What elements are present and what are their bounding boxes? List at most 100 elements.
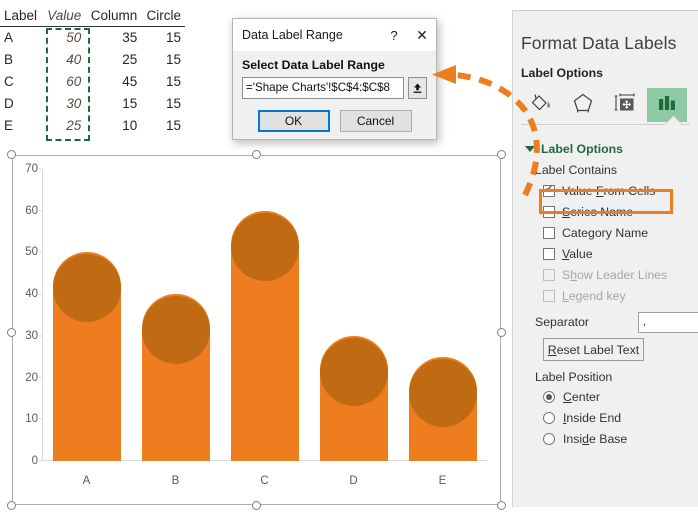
- cell-circle[interactable]: 15: [141, 71, 185, 93]
- bar-group[interactable]: C: [230, 210, 299, 487]
- resize-handle-bottom-center[interactable]: [252, 501, 261, 510]
- y-tick-label: 70: [25, 163, 38, 175]
- size-and-properties-tab[interactable]: [605, 88, 645, 122]
- table-row[interactable]: C 60 45 15: [0, 71, 185, 93]
- bar-group[interactable]: D: [319, 335, 388, 487]
- table-row[interactable]: D 30 15 15: [0, 93, 185, 115]
- data-label-circle[interactable]: [230, 212, 299, 281]
- radio-box[interactable]: [543, 390, 555, 403]
- radio-inside-end[interactable]: Inside End: [513, 407, 698, 428]
- cell-label[interactable]: B: [0, 49, 42, 71]
- range-picker-icon[interactable]: [408, 77, 427, 99]
- checkbox-label: Show Leader Lines: [562, 267, 668, 282]
- cell-value[interactable]: 60: [42, 71, 85, 93]
- column-header-circle[interactable]: Circle: [141, 6, 185, 27]
- resize-handle-middle-right[interactable]: [497, 328, 506, 337]
- chart-plot-area[interactable]: 0 10 20 30 40 50 60 70 A B C D E: [25, 163, 487, 487]
- checkbox-box[interactable]: [543, 247, 555, 260]
- checkbox-label: Category Name: [562, 225, 649, 240]
- table-header-row: Label Value Column Circle: [0, 6, 185, 27]
- checkbox-box[interactable]: ✔: [543, 184, 555, 197]
- label-options-section-header[interactable]: Label Options: [513, 136, 698, 156]
- cell-column[interactable]: 25: [85, 49, 141, 71]
- resize-handle-top-center[interactable]: [252, 150, 261, 159]
- label-position-radio-list[interactable]: Center Inside End Inside Base: [513, 386, 698, 449]
- resize-handle-top-right[interactable]: [497, 150, 506, 159]
- cell-circle[interactable]: 15: [141, 27, 185, 50]
- resize-handle-bottom-right[interactable]: [497, 501, 506, 510]
- range-input-row: [242, 77, 427, 99]
- y-tick-label: 40: [25, 288, 38, 301]
- resize-handle-top-left[interactable]: [7, 150, 16, 159]
- close-icon[interactable]: ✕: [408, 20, 436, 50]
- separator-label: Separator: [535, 315, 590, 329]
- checkbox-label: Legend key: [562, 288, 626, 303]
- table-row[interactable]: A 50 35 15: [0, 27, 185, 50]
- label-contains-checkbox-list[interactable]: ✔ Value From Cells Series Name Category Nam…: [513, 180, 698, 306]
- cell-value[interactable]: 50: [42, 27, 85, 50]
- cell-value[interactable]: 30: [42, 93, 85, 115]
- reset-label-text-label: Reset Label Text: [547, 342, 640, 357]
- checkbox-category-name[interactable]: Category Name: [513, 222, 698, 243]
- fill-and-line-tab[interactable]: [521, 88, 561, 122]
- size-properties-icon: [612, 91, 638, 120]
- reset-label-text-button[interactable]: Reset Label Text: [543, 338, 644, 361]
- x-tick-label: A: [82, 475, 91, 487]
- resize-handle-bottom-left[interactable]: [7, 501, 16, 510]
- data-label-circle[interactable]: [408, 358, 477, 427]
- bar-group[interactable]: B: [141, 294, 210, 487]
- format-data-labels-panel[interactable]: Format Data Labels Label Options Label O…: [512, 10, 698, 507]
- column-header-label[interactable]: Label: [0, 6, 43, 27]
- data-label-circle[interactable]: [52, 254, 121, 323]
- data-label-circle[interactable]: [319, 337, 388, 406]
- checkbox-box[interactable]: [543, 226, 555, 239]
- cell-circle[interactable]: 15: [141, 93, 185, 115]
- bar-group[interactable]: E: [408, 356, 477, 487]
- cell-label[interactable]: E: [0, 115, 42, 137]
- y-tick-label: 60: [25, 204, 38, 217]
- cell-column[interactable]: 35: [85, 27, 141, 50]
- data-label-circle[interactable]: [141, 296, 210, 365]
- data-label-range-input[interactable]: [242, 77, 404, 99]
- radio-center[interactable]: Center: [513, 386, 698, 407]
- table-row[interactable]: B 40 25 15: [0, 49, 185, 71]
- checkbox-series-name[interactable]: Series Name: [513, 201, 698, 222]
- radio-box[interactable]: [543, 411, 555, 424]
- cell-value[interactable]: 40: [42, 49, 85, 71]
- resize-handle-middle-left[interactable]: [7, 328, 16, 337]
- cancel-button[interactable]: Cancel: [339, 110, 412, 132]
- chart-object[interactable]: 0 10 20 30 40 50 60 70 A B C D E: [7, 150, 506, 510]
- data-label-range-dialog[interactable]: Data Label Range ? ✕ Select Data Label R…: [232, 18, 437, 140]
- column-header-value[interactable]: Value: [42, 6, 86, 27]
- dialog-title: Data Label Range: [242, 28, 343, 42]
- column-header-column[interactable]: Column: [85, 6, 142, 27]
- checkbox-value-from-cells[interactable]: ✔ Value From Cells: [513, 180, 698, 201]
- ok-button[interactable]: OK: [257, 110, 330, 132]
- panel-title: Format Data Labels: [521, 33, 677, 53]
- section-title: Label Options: [541, 142, 623, 156]
- radio-box[interactable]: [543, 432, 555, 445]
- spreadsheet-range[interactable]: Label Value Column Circle A 50 35 15 B 40 25 15…: [0, 6, 195, 141]
- cell-column[interactable]: 45: [85, 71, 141, 93]
- checkbox-label: Value: [562, 246, 593, 261]
- cell-column[interactable]: 10: [85, 115, 141, 137]
- bar-group[interactable]: A: [52, 252, 121, 487]
- cell-label[interactable]: D: [0, 93, 42, 115]
- cell-label[interactable]: A: [0, 27, 42, 50]
- cell-label[interactable]: C: [0, 71, 42, 93]
- panel-subtitle: Label Options: [521, 66, 603, 80]
- help-icon[interactable]: ?: [380, 20, 408, 50]
- checkbox-box[interactable]: [543, 205, 555, 218]
- x-tick-label: C: [260, 475, 269, 487]
- cell-column[interactable]: 15: [85, 93, 141, 115]
- separator-input[interactable]: [638, 311, 698, 333]
- checkbox-value[interactable]: Value: [513, 243, 698, 264]
- label-options-tab[interactable]: [647, 88, 687, 122]
- cell-circle[interactable]: 15: [141, 115, 185, 137]
- cell-value[interactable]: 25: [42, 115, 85, 137]
- cell-circle[interactable]: 15: [141, 49, 185, 71]
- radio-inside-base[interactable]: Inside Base: [513, 428, 698, 449]
- table-row[interactable]: E 25 10 15: [0, 115, 185, 137]
- effects-tab[interactable]: [563, 88, 603, 122]
- panel-icon-tabs[interactable]: [513, 80, 698, 122]
